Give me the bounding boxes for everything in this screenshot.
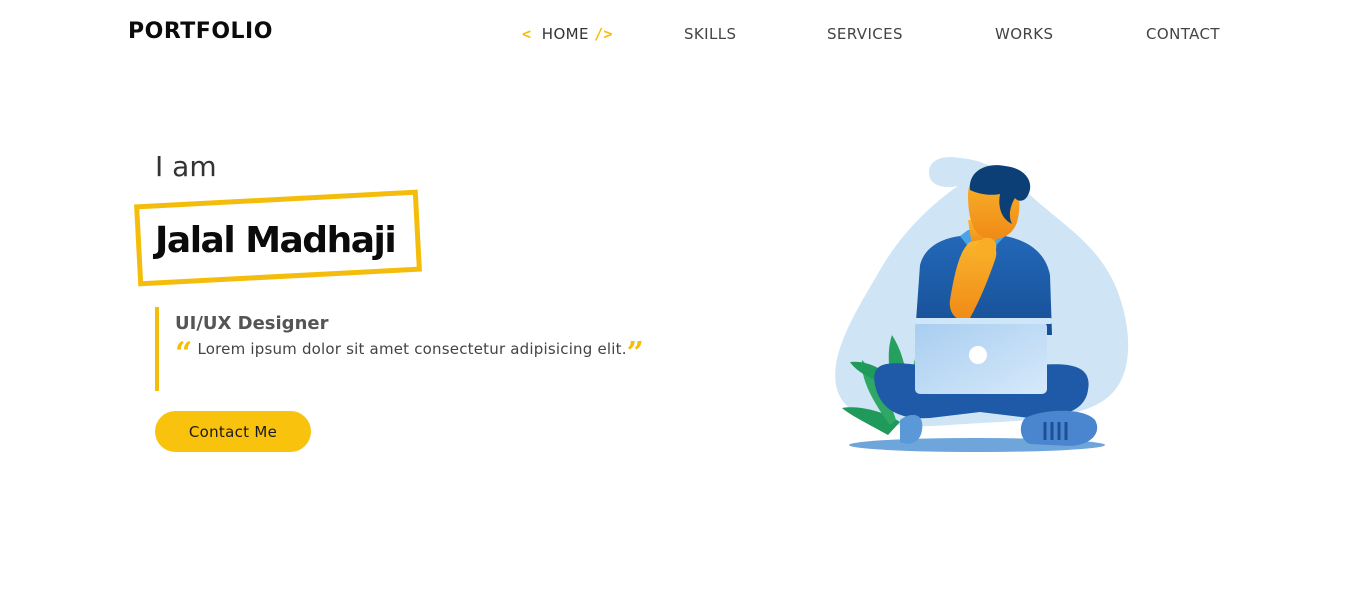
chevron-left-icon: < (522, 25, 532, 43)
nav-item-skills[interactable]: SKILLS (684, 25, 736, 43)
hero-quote-text: Lorem ipsum dolor sit amet consectetur a… (197, 340, 627, 358)
laptop-rim (912, 318, 1052, 324)
nav-item-home[interactable]: < HOME /> (522, 25, 613, 43)
laptop-logo (969, 346, 987, 364)
contact-me-button[interactable]: Contact Me (155, 411, 311, 452)
hero-illustration (830, 150, 1140, 465)
site-header: PORTFOLIO < HOME /> SKILLS SERVICES WORK… (0, 0, 1351, 70)
nav-item-services[interactable]: SERVICES (827, 25, 903, 43)
quote-close-icon: ” (626, 336, 645, 371)
nav-item-works[interactable]: WORKS (995, 25, 1053, 43)
quote-open-icon: “ (175, 336, 193, 371)
nav-item-contact[interactable]: CONTACT (1146, 25, 1220, 43)
main-nav: < HOME /> SKILLS SERVICES WORKS CONTACT (0, 25, 1351, 45)
hero-role: UI/UX Designer (175, 313, 329, 334)
slash-close-tag-icon: /> (594, 25, 613, 43)
hero-name: Jalal Madhaji (155, 220, 397, 261)
nav-item-label: HOME (541, 25, 589, 43)
bio-block: UI/UX Designer “ Lorem ipsum dolor sit a… (155, 307, 645, 391)
hero-quote: “ Lorem ipsum dolor sit amet consectetur… (175, 336, 645, 369)
designer-with-laptop-illustration (835, 156, 1129, 452)
hero-intro: I am (155, 150, 217, 183)
